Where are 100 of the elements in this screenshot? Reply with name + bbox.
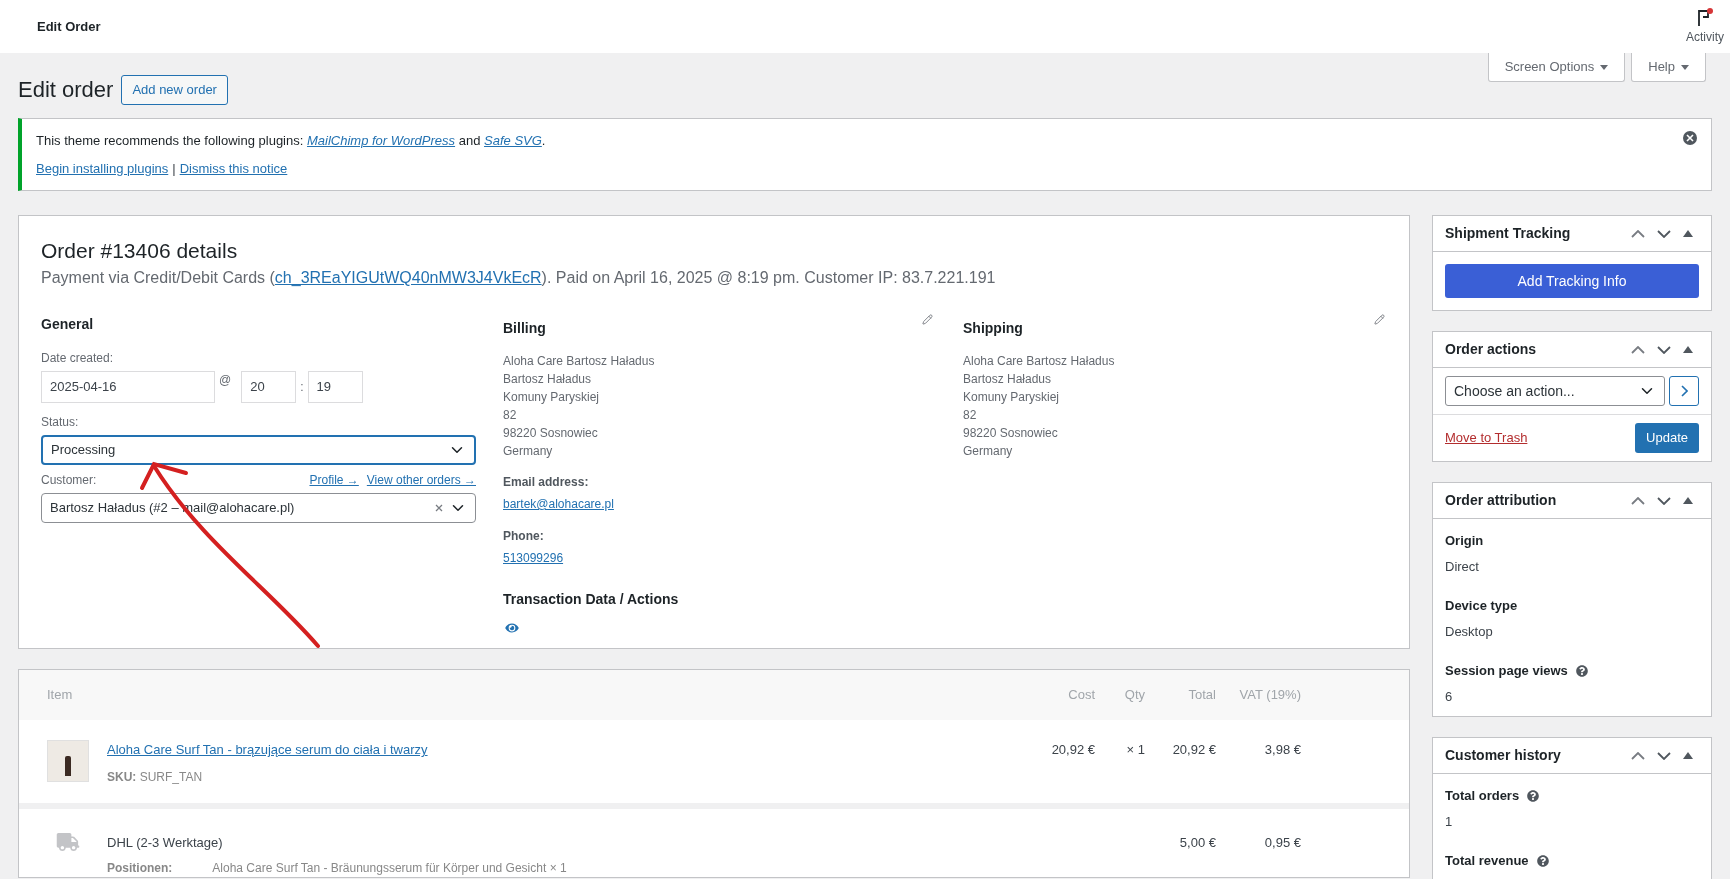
chevron-up-icon (1631, 496, 1645, 505)
column-header: Qty (1124, 686, 1145, 705)
address-line: 82 (963, 407, 978, 423)
total-cell-text: 5,00 € (1179, 834, 1216, 852)
hour-field[interactable]: 20 (241, 371, 297, 403)
close-icon (1686, 134, 1694, 142)
panel-title: Order attribution (1445, 491, 1558, 510)
panel-title: Order actions (1445, 340, 1538, 359)
address-line: Germany (503, 443, 554, 459)
triangle-up-icon (1683, 752, 1693, 759)
chevron-up-icon (1631, 345, 1645, 354)
triangle-up-icon (1683, 497, 1693, 504)
meta-value: Aloha Care Surf Tan - Bräunungsserum für Körper und Gesicht × 1 (212, 859, 567, 877)
flag-icon (1695, 7, 1715, 28)
triangle-up-icon (1683, 346, 1693, 353)
update-button[interactable]: Update (1635, 423, 1699, 453)
chevron-down-icon (1657, 345, 1671, 354)
field-value: Direct (1445, 557, 1480, 576)
column-header: Cost (1068, 686, 1095, 705)
phone-link[interactable]: 513099296 (503, 549, 564, 567)
order-title: Order #13406 details (41, 238, 239, 264)
plugin-link[interactable]: MailChimp for WordPress (307, 133, 456, 148)
field-label: Session page views (1445, 662, 1568, 680)
product-link[interactable]: Aloha Care Surf Tan - brązujące serum do ciała i twarzy (107, 740, 428, 760)
profile-link[interactable]: Profile → (309, 471, 359, 489)
product-thumbnail (47, 740, 89, 782)
apply-action-button[interactable] (1669, 376, 1699, 406)
action-select[interactable]: Choose an action... (1445, 376, 1665, 406)
eye-icon[interactable] (503, 622, 521, 634)
field-value: 6 (1445, 687, 1454, 706)
triangle-down-icon (1681, 64, 1689, 70)
help-icon[interactable] (1527, 789, 1540, 802)
column-header: Item (47, 686, 74, 705)
address-line: Germany (963, 443, 1014, 459)
address-line: Aloha Care Bartosz Haładus (963, 353, 1116, 369)
field-label: Date created: (41, 350, 115, 367)
address-line: Komuny Paryskiej (503, 389, 601, 405)
minute-field[interactable]: 19 (307, 371, 363, 403)
field-label: Phone: (503, 528, 545, 545)
vat-cell-text: 3,98 € (1264, 741, 1301, 759)
view-orders-link[interactable]: View other orders → (366, 471, 476, 489)
chevron-right-icon (1680, 385, 1688, 397)
address-line: Bartosz Haładus (963, 371, 1053, 387)
chevron-down-icon (1657, 496, 1671, 505)
section-heading: Shipping (963, 319, 1023, 338)
address-line: Komuny Paryskiej (963, 389, 1061, 405)
activity-button[interactable]: Activity (1686, 7, 1724, 46)
chevron-up-icon (1631, 751, 1645, 760)
field-label: Device type (1445, 597, 1518, 615)
quantity-cell-text: × 1 (1126, 741, 1145, 759)
sku: SKU: SURF_TAN (107, 768, 204, 786)
help-icon[interactable] (1536, 854, 1549, 867)
column-header: Total (1188, 686, 1216, 705)
edit-icon[interactable] (1374, 314, 1385, 325)
field-value: Desktop (1445, 622, 1494, 641)
screen-meta-tab[interactable]: Screen Options (1487, 53, 1626, 82)
address-line: 82 (503, 407, 518, 423)
cost-cell-text: 20,92 € (1051, 741, 1095, 759)
section-heading: Billing (503, 319, 546, 338)
shipping-method: DHL (2-3 Werktage) (107, 834, 224, 852)
field-label: Total orders (1445, 787, 1520, 805)
chevron-down-icon (1657, 229, 1671, 238)
address-line: Bartosz Haładus (503, 371, 593, 387)
move-to-trash-link[interactable]: Move to Trash (1445, 428, 1528, 448)
address-line: Aloha Care Bartosz Haładus (503, 353, 656, 369)
separator: | (172, 159, 176, 178)
truck-icon (56, 833, 80, 851)
add-tracking-button[interactable]: Add Tracking Info (1445, 264, 1699, 298)
section-heading: General (41, 315, 95, 334)
edit-icon[interactable] (922, 314, 933, 325)
help-icon[interactable] (1575, 664, 1588, 677)
field-label: Origin (1445, 532, 1484, 550)
clear-icon[interactable] (435, 504, 443, 512)
screen-meta-tab[interactable]: Help (1631, 53, 1706, 82)
address-line: 98220 Sosnowiec (963, 425, 1059, 441)
dismiss-button[interactable] (1683, 131, 1697, 145)
section-heading: Transaction Data / Actions (503, 590, 680, 609)
transaction-link[interactable]: ch_3REaYIGUtWQ40nMW3J4VkEcR (274, 269, 542, 286)
column-header: VAT (19%) (1239, 686, 1301, 705)
status-select[interactable]: Processing (41, 435, 476, 465)
total-cell-text: 20,92 € (1172, 741, 1216, 759)
triangle-up-icon (1683, 230, 1693, 237)
field-label: Email address: (503, 474, 590, 491)
at-sign: @ (219, 372, 232, 389)
notice-link[interactable]: Begin installing plugins (36, 158, 169, 178)
email-link[interactable]: bartek@alohacare.pl (503, 495, 614, 513)
time-separator: : (300, 379, 304, 396)
field-label: Total revenue (1445, 852, 1529, 870)
page-title: Edit Order (37, 17, 101, 36)
add-new-order-button[interactable]: Add new order (121, 74, 228, 105)
plugin-link[interactable]: Safe SVG (484, 133, 542, 148)
address-line: 98220 Sosnowiec (503, 425, 599, 441)
vat-cell-text: 0,95 € (1264, 834, 1301, 852)
panel-title: Shipment Tracking (1445, 224, 1572, 243)
panel-title: Customer history (1445, 746, 1562, 765)
date-field[interactable]: 2025-04-16 (41, 371, 215, 403)
chevron-up-icon (1631, 229, 1645, 238)
notice-link[interactable]: Dismiss this notice (179, 158, 288, 178)
payment-info: Payment via Credit/Debit Cards (ch_3REaYIGUtWQ40nMW3J4VkEcR). Paid on April 16, 2025 @ 8:19 pm. Customer IP: 83.7.221.191 (41, 268, 997, 288)
field-label: Customer: (41, 472, 98, 489)
